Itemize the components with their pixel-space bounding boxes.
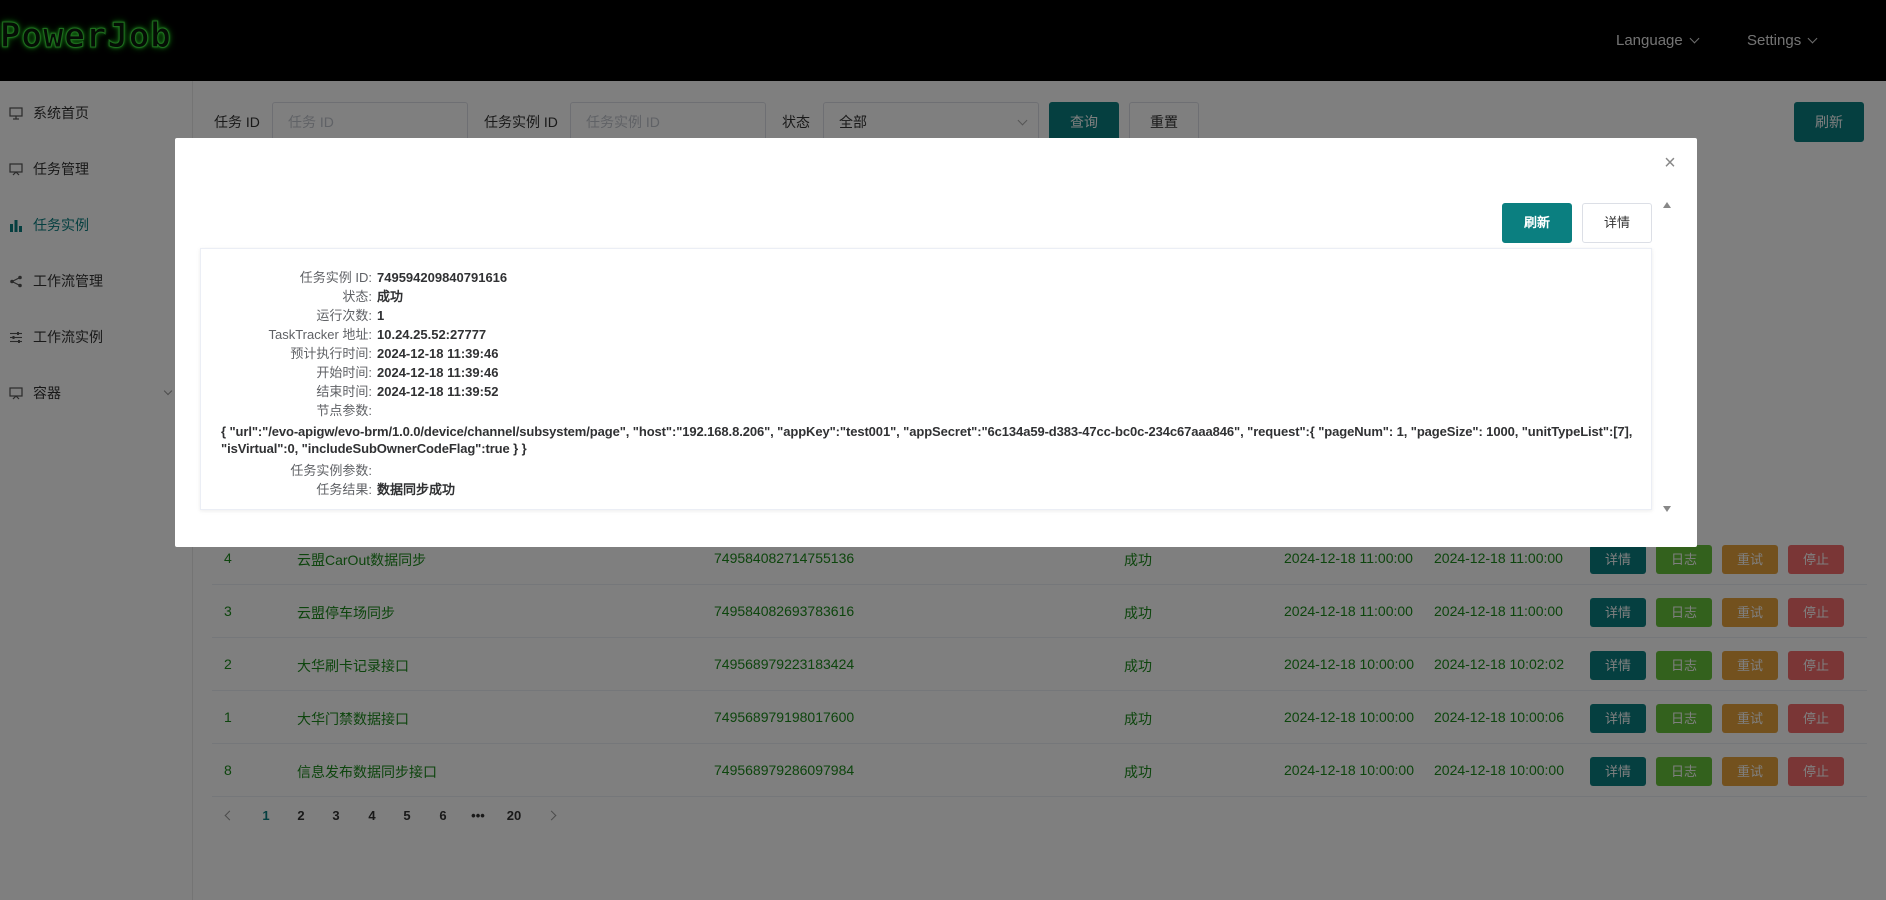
modal-refresh-button[interactable]: 刷新: [1502, 203, 1572, 243]
close-icon[interactable]: ×: [1659, 152, 1681, 174]
expected-time-key: 预计执行时间:: [290, 346, 372, 361]
run-count-row: 运行次数: 1: [201, 307, 1653, 325]
end-time-row: 结束时间: 2024-12-18 11:39:52: [201, 383, 1653, 401]
run-count-value: 1: [377, 308, 385, 323]
tasktracker-address-key: TaskTracker 地址:: [268, 327, 372, 342]
start-time-row: 开始时间: 2024-12-18 11:39:46: [201, 364, 1653, 382]
tasktracker-address-row: TaskTracker 地址: 10.24.25.52:27777: [201, 326, 1653, 344]
status-row: 状态: 成功: [201, 288, 1653, 306]
status-key: 状态:: [342, 289, 372, 304]
task-result-key: 任务结果:: [316, 482, 372, 497]
start-time-value: 2024-12-18 11:39:46: [377, 365, 499, 380]
status-value: 成功: [377, 289, 404, 304]
node-params-value: { "url":"/evo-apigw/evo-brm/1.0.0/device…: [221, 424, 1633, 456]
expected-time-row: 预计执行时间: 2024-12-18 11:39:46: [201, 345, 1653, 363]
end-time-value: 2024-12-18 11:39:52: [377, 384, 499, 399]
instance-id-key: 任务实例 ID:: [299, 270, 372, 285]
instance-params-key: 任务实例参数:: [290, 463, 372, 478]
tasktracker-address-value: 10.24.25.52:27777: [377, 327, 487, 342]
instance-detail-modal: × 刷新 详情 任务实例 ID: 749594209840791616 状态: 成功运…: [175, 138, 1697, 547]
node-params-key: 节点参数:: [316, 403, 372, 418]
modal-scrollbar[interactable]: [1659, 198, 1675, 516]
expected-time-value: 2024-12-18 11:39:46: [377, 346, 499, 361]
end-time-key: 结束时间:: [316, 384, 372, 399]
instance-id-value: 749594209840791616: [377, 270, 508, 285]
modal-detail-button[interactable]: 详情: [1582, 203, 1652, 243]
scroll-down-icon[interactable]: [1663, 506, 1671, 512]
node-params-row: 节点参数:: [201, 402, 1653, 420]
instance-detail-card: 任务实例 ID: 749594209840791616 状态: 成功 运行次数: 1 Tas…: [200, 248, 1652, 510]
instance-id-row: 任务实例 ID: 749594209840791616: [201, 269, 1653, 287]
start-time-key: 开始时间:: [316, 365, 372, 380]
task-result-row: 任务结果: 数据同步成功: [201, 481, 1653, 499]
task-result-value: 数据同步成功: [377, 482, 456, 497]
instance-params-row: 任务实例参数:: [201, 462, 1653, 480]
scroll-up-icon[interactable]: [1663, 202, 1671, 208]
run-count-key: 运行次数:: [316, 308, 372, 323]
